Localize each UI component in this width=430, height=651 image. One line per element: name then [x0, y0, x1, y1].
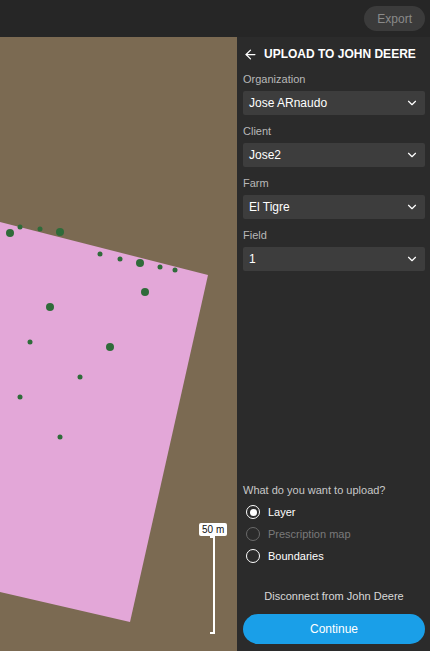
export-button[interactable]: Export [364, 6, 425, 31]
scale-line [210, 536, 215, 634]
field-label: Field [243, 229, 425, 241]
field-group: Organization Jose ARnaudo [243, 73, 425, 115]
radio-option: Prescription map [243, 523, 425, 545]
scale-label: 50 m [199, 523, 227, 536]
field-group: Farm El Tigre [243, 177, 425, 219]
radio-dot [250, 509, 257, 516]
disconnect-link[interactable]: Disconnect from John Deere [243, 590, 425, 602]
chevron-down-icon [405, 148, 419, 162]
field-label: Farm [243, 177, 425, 189]
panel-header: UPLOAD TO JOHN DEERE [243, 45, 425, 63]
radio-option[interactable]: Layer [243, 501, 425, 523]
panel-title: UPLOAD TO JOHN DEERE [264, 47, 416, 61]
radio-option[interactable]: Boundaries [243, 545, 425, 567]
chevron-down-icon [405, 96, 419, 110]
radio-circle [246, 505, 260, 519]
chevron-down-icon [405, 252, 419, 266]
field-label: Client [243, 125, 425, 137]
field-group: Field 1 [243, 229, 425, 271]
body: 50 m UPLOAD TO JOHN DEERE Organization Jose… [0, 37, 430, 651]
map[interactable]: 50 m [0, 37, 237, 651]
upload-panel: UPLOAD TO JOHN DEERE Organization Jose ARn… [237, 37, 430, 651]
radio-circle [246, 527, 260, 541]
field-group: Client Jose2 [243, 125, 425, 167]
chevron-down-icon [405, 200, 419, 214]
upload-question: What do you want to upload? [243, 484, 425, 496]
field-select[interactable]: El Tigre [243, 195, 425, 219]
field-select[interactable]: 1 [243, 247, 425, 271]
field-select[interactable]: Jose ARnaudo [243, 91, 425, 115]
field-select[interactable]: Jose2 [243, 143, 425, 167]
field-label: Organization [243, 73, 425, 85]
top-bar: Export [0, 0, 430, 37]
continue-button[interactable]: Continue [243, 614, 425, 644]
back-arrow-icon[interactable] [243, 47, 258, 62]
scale-bar: 50 m [199, 523, 227, 634]
radio-circle [246, 549, 260, 563]
aerial-image-icon [0, 37, 237, 651]
app: Export 50 m UPLOAD TO JOHN DEERE Organizati… [0, 0, 430, 651]
